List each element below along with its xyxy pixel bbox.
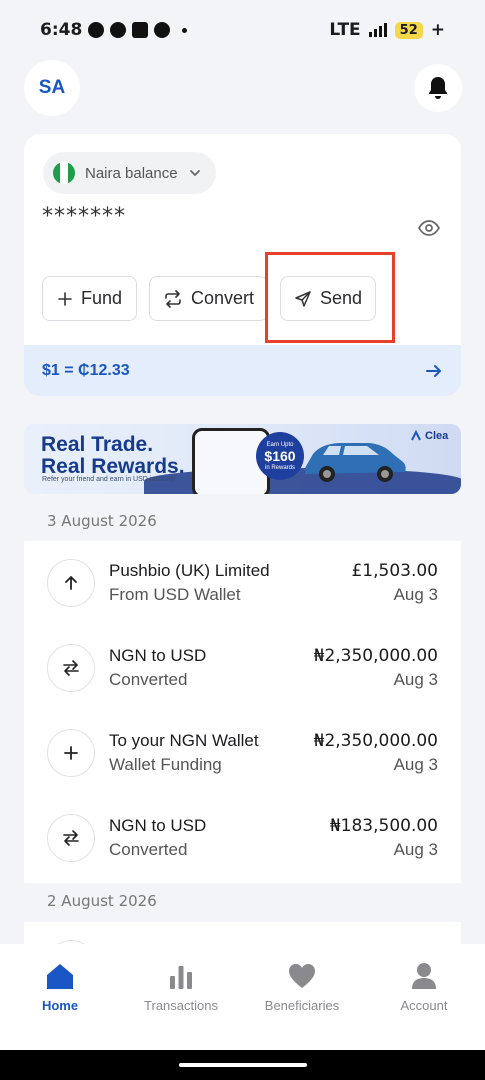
linkedin-icon — [132, 22, 149, 38]
transaction-amount: ₦2,350,000.00 — [313, 731, 438, 751]
transaction-amount: £1,503.00 — [351, 561, 438, 581]
exchange-rate-text: $1 = ₵12.33 — [42, 361, 130, 379]
currency-label: Naira balance — [85, 164, 178, 182]
transaction-title: To your NGN Wallet — [109, 731, 259, 750]
promo-banner[interactable]: Real Trade. Real Rewards. Refer your fri… — [24, 424, 461, 494]
nav-account-label: Account — [400, 998, 448, 1013]
date-header-1: 3 August 2026 — [47, 512, 157, 530]
transaction-row[interactable]: Pushbio (UK) Limited From USD Wallet £1,… — [24, 541, 461, 626]
promo-brand-name: Clea — [425, 430, 449, 442]
highlight-box — [265, 252, 395, 343]
transaction-subtitle: From USD Wallet — [109, 585, 241, 604]
date-header-2: 2 August 2026 — [47, 892, 157, 910]
transaction-title: NGN to USD — [109, 816, 207, 835]
convert-button[interactable]: Convert — [149, 276, 268, 321]
nigeria-flag-icon — [53, 162, 75, 184]
transaction-date: Aug 3 — [393, 670, 438, 689]
promo-title: Real Trade. Real Rewards. — [41, 434, 185, 478]
arrow-right-icon — [426, 364, 441, 377]
nav-beneficiaries[interactable]: Beneficiaries — [242, 962, 362, 1013]
nav-account[interactable]: Account — [364, 962, 484, 1013]
transaction-subtitle: Converted — [109, 840, 188, 859]
transaction-amount: ₦183,500.00 — [329, 816, 438, 836]
transaction-title: NGN to USD — [109, 646, 207, 665]
messenger-icon — [154, 22, 171, 38]
transaction-row[interactable]: NGN to USD Converted ₦183,500.00 Aug 3 — [24, 796, 461, 881]
exchange-rate-bar[interactable]: $1 = ₵12.33 — [24, 345, 461, 396]
whatsapp-icon — [88, 22, 105, 38]
fund-label: Fund — [80, 288, 123, 308]
transaction-date: Aug 3 — [393, 840, 438, 859]
snapchat-icon — [110, 22, 127, 38]
plus-icon — [58, 291, 72, 306]
promo-line-2: Real Rewards. — [41, 455, 185, 478]
swap-icon — [47, 644, 95, 692]
notification-dot-icon — [182, 27, 188, 33]
currency-selector[interactable]: Naira balance — [43, 152, 216, 194]
masked-balance: ******* — [42, 204, 126, 229]
transaction-date: Aug 3 — [393, 755, 438, 774]
transaction-subtitle: Converted — [109, 670, 188, 689]
promo-brand-logo: Clea — [410, 430, 448, 442]
transaction-row[interactable]: To your NGN Wallet Wallet Funding ₦2,350… — [24, 711, 461, 796]
network-label: LTE — [329, 20, 361, 40]
signal-icon — [368, 23, 387, 37]
transaction-list: Pushbio (UK) Limited From USD Wallet £1,… — [24, 541, 461, 883]
bar-chart-icon — [170, 966, 192, 989]
convert-icon — [165, 289, 181, 308]
avatar[interactable]: SA — [24, 60, 80, 116]
nav-transactions-label: Transactions — [144, 998, 218, 1013]
swap-icon — [47, 814, 95, 862]
transaction-title: Pushbio (UK) Limited — [109, 561, 270, 580]
transaction-subtitle: Wallet Funding — [109, 755, 222, 774]
nav-home-label: Home — [41, 998, 79, 1013]
battery-indicator: 52 — [394, 21, 423, 39]
convert-label: Convert — [190, 288, 255, 308]
fund-button[interactable]: Fund — [42, 276, 137, 321]
charging-plus-icon: + — [430, 20, 445, 40]
plus-icon — [47, 729, 95, 777]
status-time: 6:48 — [40, 20, 83, 40]
transaction-amount: ₦2,350,000.00 — [313, 646, 438, 666]
heart-icon — [289, 964, 315, 988]
home-icon — [47, 964, 73, 989]
brand-mark-icon — [411, 430, 421, 441]
nav-home[interactable]: Home — [0, 962, 120, 1013]
promo-subtitle: Refer your friend and earn in USD instan… — [42, 476, 176, 483]
chevron-down-icon — [189, 170, 200, 177]
balance-card: Naira balance ******* Fund Convert Send … — [24, 134, 461, 396]
promo-badge: Earn Upto $160 in Rewards — [256, 432, 304, 480]
transaction-row[interactable]: NGN to USD Converted ₦2,350,000.00 Aug 3 — [24, 626, 461, 711]
nav-beneficiaries-label: Beneficiaries — [264, 998, 340, 1013]
toggle-visibility-button[interactable] — [418, 218, 440, 243]
arrow-up-icon — [47, 559, 95, 607]
bell-icon — [429, 77, 447, 99]
person-icon — [412, 963, 436, 989]
status-bar: 6:48 LTE 52 + — [0, 0, 485, 60]
promo-badge-amount: $160 — [264, 447, 296, 464]
home-indicator[interactable] — [179, 1063, 307, 1067]
promo-badge-bottom: in Rewards — [264, 464, 295, 471]
car-illustration — [305, 443, 406, 482]
promo-line-1: Real Trade. — [41, 433, 154, 456]
nav-transactions[interactable]: Transactions — [121, 962, 241, 1013]
bottom-nav: Home Transactions Beneficiaries Account — [0, 944, 485, 1050]
eye-icon — [418, 220, 440, 236]
transaction-date: Aug 3 — [393, 585, 438, 604]
notifications-button[interactable] — [414, 64, 462, 112]
